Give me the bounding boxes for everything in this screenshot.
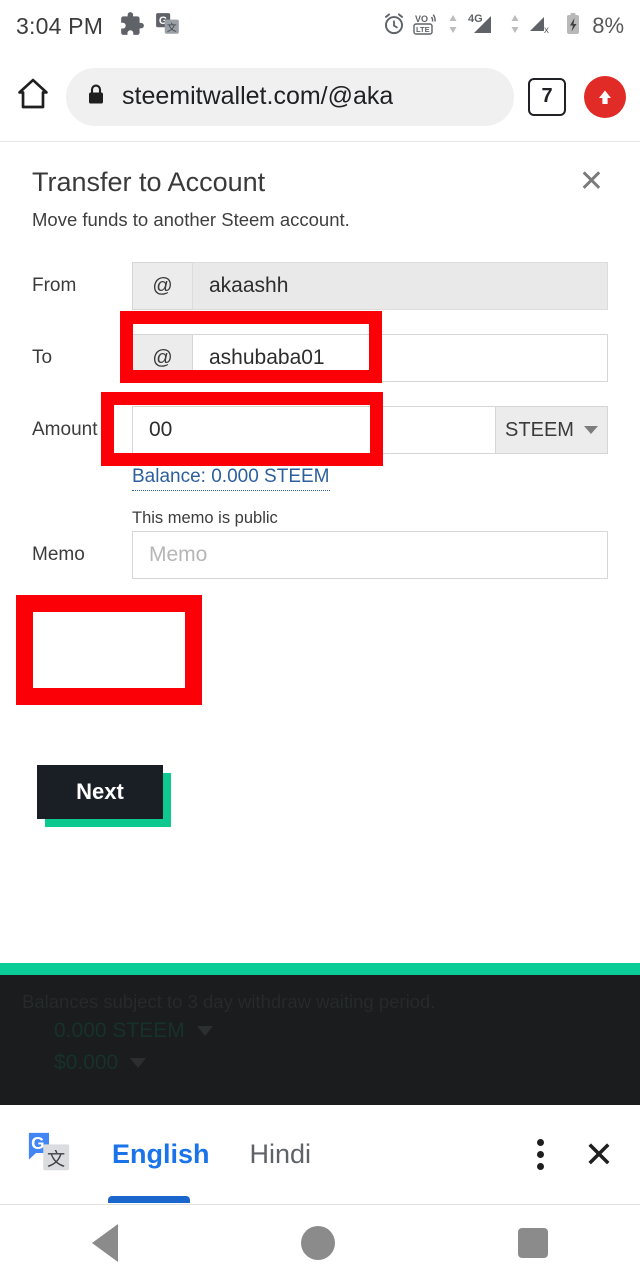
to-at-prefix: @ (132, 334, 192, 382)
address-bar-url: steemitwallet.com/@aka (122, 82, 394, 110)
transfer-dialog: Transfer to Account ✕ Move funds to anot… (0, 143, 640, 963)
next-button[interactable]: Next (37, 765, 163, 819)
status-bar-notification-icons: G 文 (119, 11, 181, 42)
amount-input[interactable]: 00 (132, 406, 496, 454)
upload-arrow-icon[interactable] (584, 75, 626, 118)
signal-sim2-off-icon: x (526, 11, 558, 42)
memo-input-group: Memo (132, 531, 608, 579)
chevron-down-icon-steem (196, 1026, 213, 1036)
three-dots-vertical-icon[interactable] (536, 1139, 544, 1170)
data-arrows-icon-2 (509, 11, 521, 42)
amount-input-group: 00 STEEM (132, 406, 608, 454)
close-icon[interactable]: ✕ (579, 167, 604, 197)
browser-toolbar: steemitwallet.com/@aka 7 (0, 52, 640, 142)
tab-counter-button[interactable]: 7 (528, 77, 566, 116)
tab-count-label: 7 (541, 85, 553, 107)
memo-label: Memo (32, 544, 85, 565)
footer-steem-balance: 0.000 STEEM (54, 1019, 185, 1042)
footer-usd-balance: $0.000 (54, 1051, 119, 1074)
google-translate-icon: G 文 (155, 11, 181, 42)
svg-text:x: x (544, 25, 549, 36)
currency-select[interactable]: STEEM (496, 406, 608, 454)
translate-bar: G 文 English Hindi ✕ (0, 1105, 640, 1205)
status-bar-system-icons: VO LTE 4G x 8% (381, 11, 624, 42)
lock-icon (84, 82, 108, 111)
chevron-down-icon (583, 426, 598, 434)
android-nav-bar (0, 1205, 640, 1280)
submit-button-wrapper: Next (37, 765, 171, 827)
alarm-icon (381, 11, 407, 42)
translate-target-language[interactable]: Hindi (250, 1139, 312, 1170)
footer-steem-balance-row[interactable]: 0.000 STEEM (54, 1019, 640, 1043)
volte-bottom-label: LTE (416, 25, 430, 34)
recents-square-icon[interactable] (518, 1227, 549, 1258)
footer-note: Balances subject to 3 day withdraw waiti… (22, 991, 436, 1012)
data-arrows-icon (447, 11, 459, 42)
memo-input[interactable]: Memo (132, 531, 608, 579)
from-input-group: @ akaashh (132, 262, 608, 310)
svg-text:4G: 4G (468, 13, 483, 25)
home-icon[interactable] (14, 75, 52, 118)
status-bar-clock: 3:04 PM (16, 12, 104, 39)
svg-text:文: 文 (167, 21, 177, 34)
puzzle-piece-icon (119, 11, 145, 42)
chevron-down-icon-usd (130, 1058, 147, 1068)
battery-percent-label: 8% (592, 13, 624, 38)
footer-accent-bar (0, 963, 640, 975)
to-account-input[interactable]: ashubaba01 (192, 334, 608, 382)
from-at-prefix: @ (132, 262, 192, 310)
to-label: To (32, 347, 53, 368)
volte-icon: VO LTE (412, 11, 442, 42)
home-circle-icon[interactable] (300, 1225, 335, 1260)
wallet-footer: Balances subject to 3 day withdraw waiti… (0, 975, 640, 1105)
to-field-row: To @ ashubaba01 (0, 334, 640, 382)
svg-text:G: G (31, 1133, 44, 1153)
currency-select-value: STEEM (505, 418, 574, 441)
from-field-row: From @ akaashh (0, 262, 640, 310)
volte-top-label: VO (415, 14, 428, 24)
svg-text:文: 文 (47, 1149, 65, 1169)
amount-label: Amount (32, 419, 98, 440)
translate-active-indicator (108, 1196, 190, 1203)
back-triangle-icon[interactable] (91, 1223, 118, 1262)
translate-close-icon[interactable]: ✕ (584, 1136, 614, 1173)
status-bar: 3:04 PM G 文 VO LTE 4G x 8% (0, 0, 640, 52)
translate-source-language[interactable]: English (112, 1139, 210, 1170)
to-input-group: @ ashubaba01 (132, 334, 608, 382)
amount-field-row: Amount 00 STEEM (0, 406, 640, 454)
page-title: Transfer to Account (32, 167, 266, 197)
memo-hint: This memo is public (132, 509, 278, 527)
from-account-input[interactable]: akaashh (192, 262, 608, 310)
signal-4g-icon: 4G (464, 11, 504, 42)
balance-link[interactable]: Balance: 0.000 STEEM (132, 466, 330, 491)
google-translate-icon-bar: G 文 (26, 1129, 72, 1180)
address-bar[interactable]: steemitwallet.com/@aka (66, 67, 514, 126)
memo-field-row: Memo Memo (0, 531, 640, 579)
dialog-subtitle: Move funds to another Steem account. (32, 209, 350, 230)
from-label: From (32, 275, 77, 296)
battery-charging-icon (563, 11, 583, 42)
footer-usd-balance-row[interactable]: $0.000 (54, 1051, 640, 1075)
